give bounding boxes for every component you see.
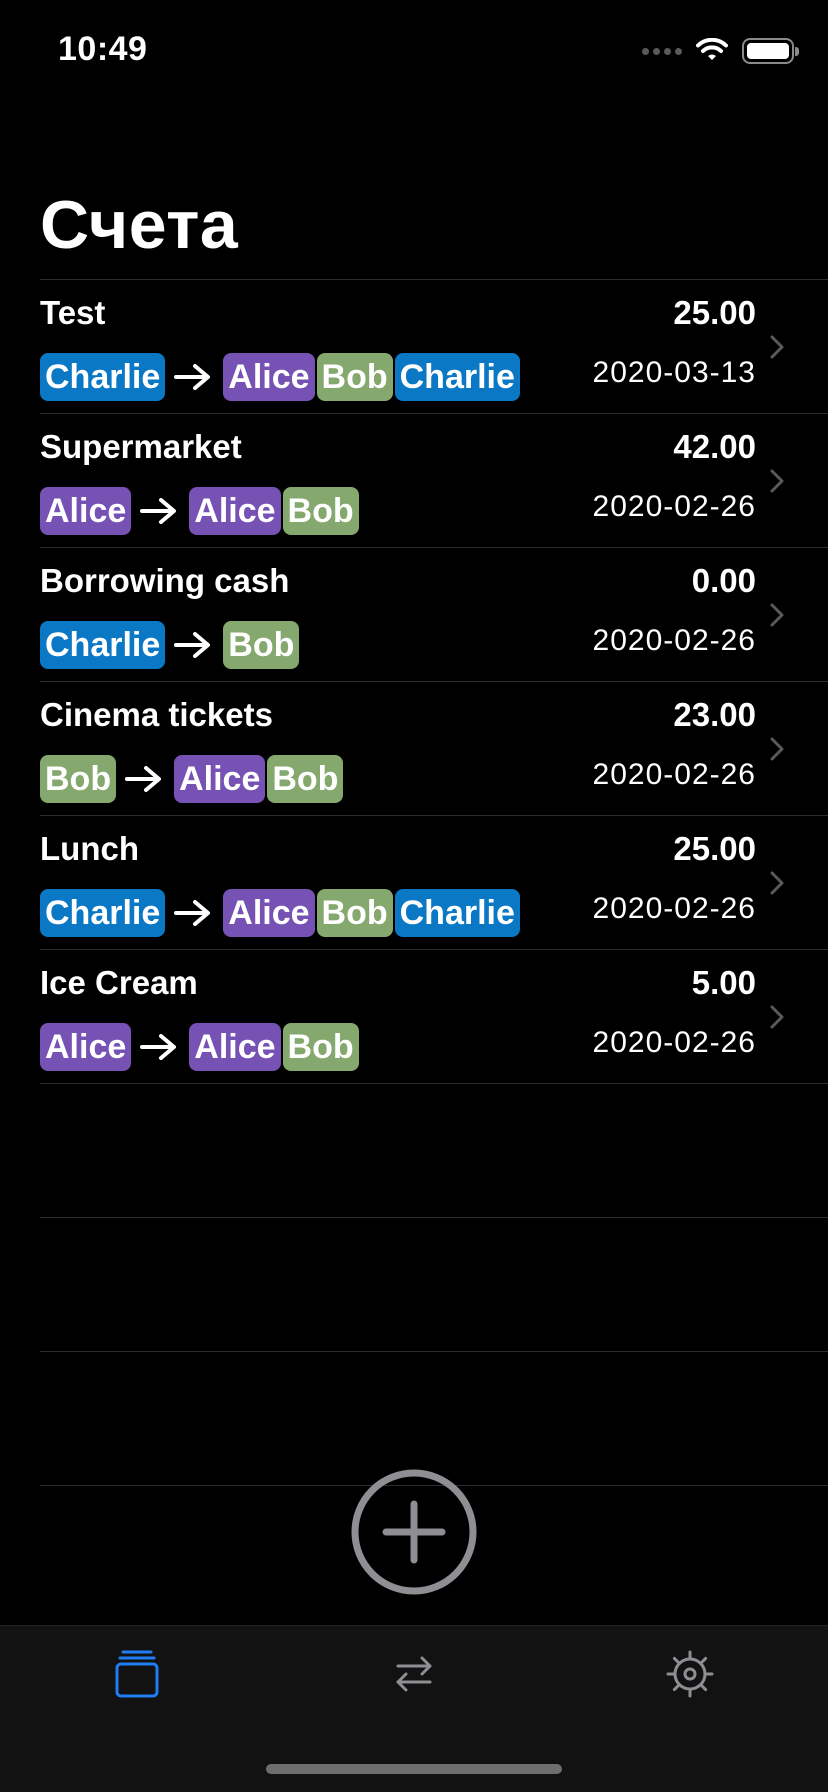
- chevron-right-icon: [770, 469, 784, 493]
- arrows-exchange-icon: [396, 1656, 432, 1692]
- bill-people: Bob Alice Bob: [40, 755, 345, 803]
- bill-name: Supermarket: [40, 428, 242, 465]
- participant-tag: Alice: [174, 755, 266, 803]
- bill-row[interactable]: Test 25.00 Charlie Alice Bob Charlie 2020-03-1…: [40, 280, 828, 414]
- bill-name: Borrowing cash: [40, 562, 290, 599]
- participant-tag: Alice: [189, 1023, 281, 1071]
- bill-date: 2020-02-26: [592, 490, 756, 523]
- bill-date: 2020-02-26: [592, 758, 756, 791]
- home-indicator: [266, 1764, 562, 1774]
- bill-date: 2020-02-26: [592, 624, 756, 657]
- bill-name: Test: [40, 294, 106, 331]
- bill-amount: 0.00: [691, 562, 756, 599]
- bill-row[interactable]: Supermarket 42.00 Alice Alice Bob 2020-02-26: [40, 414, 828, 548]
- payer-tag: Alice: [40, 487, 132, 535]
- empty-list-row: [40, 1218, 828, 1352]
- status-icons: [642, 36, 799, 66]
- empty-list-row: [40, 1352, 828, 1486]
- bill-name: Cinema tickets: [40, 696, 273, 733]
- participant-tag: Bob: [282, 487, 359, 535]
- tab-settings[interactable]: [660, 1644, 720, 1704]
- add-bill-button[interactable]: [350, 1468, 478, 1596]
- bill-row[interactable]: Cinema tickets 23.00 Bob Alice Bob 2020-02-26: [40, 682, 828, 816]
- cellular-signal-icon: [642, 47, 682, 55]
- bill-date: 2020-02-26: [592, 1026, 756, 1059]
- arrow-right-icon: [174, 900, 211, 926]
- payer-tag: Charlie: [40, 889, 166, 937]
- participant-tag: Alice: [189, 487, 281, 535]
- empty-list-row: [40, 1084, 828, 1218]
- bill-people: Alice Alice Bob: [40, 1023, 361, 1071]
- participant-tag: Bob: [316, 889, 393, 937]
- bill-people: Charlie Alice Bob Charlie: [40, 353, 522, 401]
- participant-tag: Charlie: [394, 353, 520, 401]
- bill-amount: 5.00: [691, 964, 756, 1001]
- bill-name: Ice Cream: [40, 964, 198, 1001]
- chevron-right-icon: [770, 603, 784, 627]
- arrow-right-icon: [174, 632, 211, 658]
- status-time: 10:49: [58, 30, 148, 68]
- arrow-right-icon: [174, 364, 211, 390]
- tab-bills[interactable]: [107, 1644, 167, 1704]
- bill-list: Test 25.00 Charlie Alice Bob Charlie 2020-03-1…: [40, 279, 828, 1486]
- payer-tag: Charlie: [40, 353, 166, 401]
- bill-people: Charlie Alice Bob Charlie: [40, 889, 522, 937]
- bill-amount: 25.00: [673, 830, 756, 867]
- bill-name: Lunch: [40, 830, 139, 867]
- bill-amount: 23.00: [673, 696, 756, 733]
- bill-date: 2020-03-13: [592, 356, 756, 389]
- bill-row[interactable]: Lunch 25.00 Charlie Alice Bob Charlie 2020-02-…: [40, 816, 828, 950]
- participant-tag: Bob: [223, 621, 300, 669]
- participant-tag: Alice: [223, 353, 315, 401]
- participant-tag: Bob: [282, 1023, 359, 1071]
- participant-tag: Bob: [316, 353, 393, 401]
- bill-people: Alice Alice Bob: [40, 487, 361, 535]
- page-title: Счета: [40, 187, 239, 263]
- wifi-icon: [696, 38, 728, 60]
- payer-tag: Alice: [40, 1023, 132, 1071]
- chevron-right-icon: [770, 737, 784, 761]
- tab-transfers[interactable]: [384, 1644, 444, 1704]
- bill-row[interactable]: Borrowing cash 0.00 Charlie Bob 2020-02-26: [40, 548, 828, 682]
- bill-amount: 25.00: [673, 294, 756, 331]
- participant-tag: Bob: [267, 755, 344, 803]
- payer-tag: Bob: [40, 755, 117, 803]
- payer-tag: Charlie: [40, 621, 166, 669]
- stack-icon: [115, 1650, 159, 1698]
- status-bar: 10:49: [0, 0, 828, 100]
- chevron-right-icon: [770, 871, 784, 895]
- bill-row[interactable]: Ice Cream 5.00 Alice Alice Bob 2020-02-26: [40, 950, 828, 1084]
- gear-icon: [666, 1650, 714, 1698]
- chevron-right-icon: [770, 1005, 784, 1029]
- bill-amount: 42.00: [673, 428, 756, 465]
- bill-date: 2020-02-26: [592, 892, 756, 925]
- arrow-right-icon: [140, 498, 177, 524]
- bill-people: Charlie Bob: [40, 621, 301, 669]
- arrow-right-icon: [125, 766, 162, 792]
- arrow-right-icon: [140, 1034, 177, 1060]
- battery-icon: [742, 38, 799, 64]
- participant-tag: Alice: [223, 889, 315, 937]
- participant-tag: Charlie: [394, 889, 520, 937]
- chevron-right-icon: [770, 335, 784, 359]
